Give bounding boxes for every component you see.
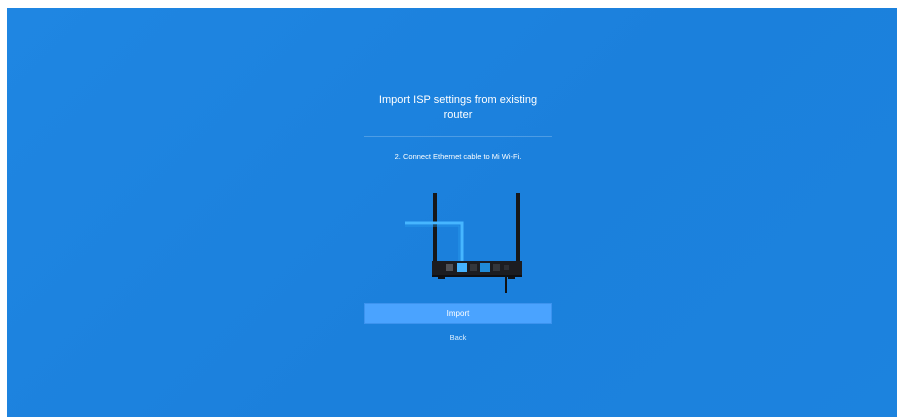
power-cable <box>505 275 507 293</box>
lan-port-1 <box>470 264 477 271</box>
router-graphic <box>405 193 522 293</box>
lan-port-3 <box>493 264 500 271</box>
title-divider <box>364 136 552 137</box>
back-link[interactable]: Back <box>364 333 552 343</box>
router-foot-right <box>508 277 515 279</box>
router-illustration <box>364 193 552 298</box>
import-button[interactable]: Import <box>364 303 552 324</box>
reset-port <box>504 265 509 270</box>
step-instruction: 2. Connect Ethernet cable to Mi Wi-Fi. <box>394 152 522 161</box>
left-antenna <box>433 193 437 261</box>
lan-port-2 <box>480 263 490 272</box>
wan-port-connected <box>457 263 467 272</box>
right-antenna <box>516 193 520 261</box>
power-port <box>446 264 453 271</box>
setup-screen: Import ISP settings from existing router… <box>7 8 897 417</box>
ethernet-cable-shadow <box>405 225 460 267</box>
router-base <box>432 275 522 277</box>
page-title: Import ISP settings from existing router <box>378 94 538 121</box>
router-foot-left <box>438 277 445 279</box>
import-isp-panel: Import ISP settings from existing router… <box>364 93 552 353</box>
